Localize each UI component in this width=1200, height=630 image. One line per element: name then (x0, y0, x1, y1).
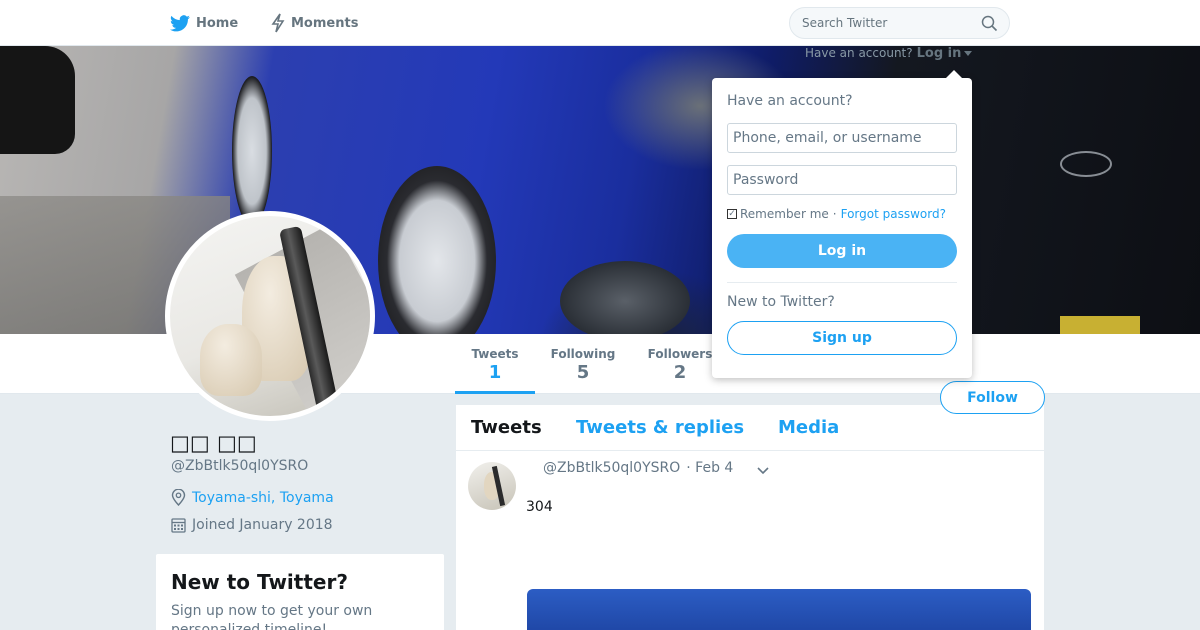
search-box (789, 7, 1010, 39)
banner-wheel-shape (232, 76, 272, 226)
joined-text: Joined January 2018 (192, 517, 333, 533)
follow-button[interactable]: Follow (940, 381, 1045, 414)
login-button[interactable]: Log in (727, 234, 957, 268)
dropdown-heading: Have an account? (727, 93, 853, 109)
account-prompt-text: Have an account? (805, 46, 913, 60)
account-prompt: Have an account? Log in (805, 46, 973, 61)
tweet-handle[interactable]: @ZbBtlk50ql0YSRO (543, 460, 680, 476)
profile-name: □□ □□ (170, 431, 257, 455)
dropdown-divider (727, 282, 957, 283)
username-input[interactable] (727, 123, 957, 153)
forgot-password-link[interactable]: Forgot password? (841, 207, 946, 221)
new-to-twitter-card: New to Twitter? Sign up now to get your … (156, 554, 444, 630)
stat-value: 1 (488, 362, 502, 383)
stat-following[interactable]: Following 5 (543, 334, 623, 394)
location-link[interactable]: Toyama-shi, Toyama (192, 490, 334, 506)
remember-checkbox[interactable]: ✓ (727, 209, 737, 219)
tweet-text: 304 (526, 499, 553, 515)
tweet-avatar[interactable] (468, 462, 516, 510)
profile-handle: @ZbBtlk50ql0YSRO (171, 458, 309, 474)
tweet-item[interactable]: @ZbBtlk50ql0YSRO · Feb 4 304 (456, 451, 1044, 630)
stat-value: 5 (576, 362, 590, 383)
new-to-twitter-title: New to Twitter? (171, 570, 348, 594)
nav-moments[interactable]: Moments (271, 0, 358, 46)
login-link[interactable]: Log in (917, 46, 962, 61)
banner-plate-shape (1060, 316, 1140, 334)
timeline: Tweets Tweets & replies Media @ZbBtlk50q… (456, 405, 1044, 630)
avatar-mushroom-shape (200, 324, 262, 396)
profile-location: Toyama-shi, Toyama (171, 489, 334, 506)
bird-icon (170, 14, 190, 32)
nav-home[interactable]: Home (170, 0, 238, 46)
dropdown-new-heading: New to Twitter? (727, 294, 835, 310)
nav-home-label: Home (196, 15, 239, 31)
stat-label: Tweets (471, 347, 519, 361)
magnifier-icon[interactable] (981, 15, 998, 36)
search-input[interactable] (802, 16, 972, 30)
new-to-twitter-text: Sign up now to get your own personalized… (171, 603, 373, 630)
tweet-media-image[interactable] (527, 589, 1031, 630)
tab-tweets-and-replies[interactable]: Tweets & replies (576, 417, 744, 438)
stat-tweets[interactable]: Tweets 1 (455, 334, 535, 394)
banner-headlight-shape (560, 261, 690, 334)
lightning-icon (271, 13, 285, 33)
stat-label: Followers (647, 347, 713, 361)
tweet-date[interactable]: · Feb 4 (686, 460, 733, 476)
banner-person-shape (0, 46, 75, 154)
tab-tweets[interactable]: Tweets (471, 417, 542, 438)
dropdown-arrow (946, 70, 962, 78)
top-nav: Home Moments (0, 0, 1200, 46)
tweet-header: @ZbBtlk50ql0YSRO · Feb 4 (543, 460, 733, 476)
separator-dot: · (832, 207, 837, 221)
profile-joined: Joined January 2018 (171, 517, 333, 533)
stat-value: 2 (673, 362, 687, 383)
caret-down-icon[interactable] (964, 51, 973, 56)
banner-emblem-shape (1060, 151, 1112, 177)
chevron-down-icon[interactable] (756, 461, 770, 480)
tab-media[interactable]: Media (778, 417, 839, 438)
remember-label[interactable]: Remember me (740, 207, 829, 221)
calendar-icon (171, 517, 186, 533)
location-pin-icon (171, 489, 186, 506)
password-input[interactable] (727, 165, 957, 195)
profile-avatar[interactable] (165, 211, 375, 421)
remember-row: ✓ Remember me · Forgot password? (727, 207, 957, 221)
login-dropdown: Have an account? ✓ Remember me · Forgot … (712, 70, 972, 378)
nav-moments-label: Moments (291, 15, 359, 31)
stat-followers[interactable]: Followers 2 (640, 334, 720, 394)
signup-button[interactable]: Sign up (727, 321, 957, 355)
stat-label: Following (550, 347, 616, 361)
